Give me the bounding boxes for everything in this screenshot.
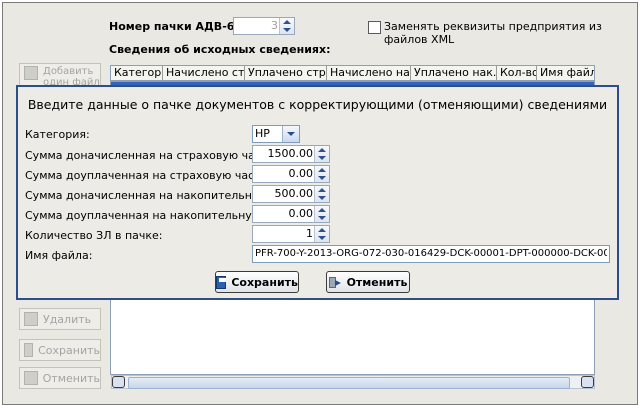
scroll-right-icon[interactable] (581, 376, 594, 388)
ins-paid-stepper[interactable]: 0.00 (252, 165, 330, 183)
stepper-arrows-icon[interactable] (314, 146, 329, 162)
ins-paid-value: 0.00 (288, 167, 314, 180)
fund-paid-stepper[interactable]: 0.00 (252, 205, 330, 223)
col-filename[interactable]: Имя файла (537, 66, 594, 80)
fund-accrued-stepper[interactable]: 500.00 (252, 185, 330, 203)
fund-accrued-value: 500.00 (274, 187, 314, 200)
scroll-thumb[interactable] (128, 377, 570, 389)
stepper-arrows-icon[interactable] (314, 186, 329, 202)
section-title: Сведения об исходных сведениях: (109, 43, 331, 56)
filename-value: PFR-700-Y-2013-ORG-072-030-016429-DCK-00… (255, 248, 607, 259)
fund-paid-value: 0.00 (288, 207, 314, 220)
side-cancel-label: Отменить (42, 371, 100, 385)
stepper-arrows-icon[interactable] (314, 206, 329, 222)
table-header: Категория Начислено стр. Уплачено стр. Н… (110, 65, 595, 81)
col-category[interactable]: Категория (111, 66, 163, 80)
pack-number-label: Номер пачки АДВ-6-2: (109, 20, 252, 33)
pack-number-value: 3 (271, 19, 278, 32)
category-select[interactable]: НР (252, 125, 300, 143)
exit-door-icon (328, 276, 342, 289)
delete-icon (24, 312, 38, 326)
floppy-save-icon (216, 275, 227, 289)
save-icon (24, 343, 34, 357)
col-fund-accrued[interactable]: Начислено нак. (327, 66, 411, 80)
delete-label: Удалить (43, 312, 92, 326)
side-save-button[interactable]: Сохранить (19, 339, 101, 361)
col-fund-paid[interactable]: Уплачено нак. (411, 66, 497, 80)
stepper-arrows-icon[interactable] (279, 18, 294, 34)
add-one-label-1: Добавить (43, 66, 94, 77)
stepper-arrows-icon[interactable] (314, 226, 329, 242)
col-ins-accrued[interactable]: Начислено стр. (163, 66, 245, 80)
filename-label: Имя файла: (25, 249, 93, 262)
col-count[interactable]: Кол-во (497, 66, 537, 80)
ins-accrued-value: 1500.00 (267, 147, 314, 160)
correction-dialog: Введите данные о пачке документов с корр… (16, 85, 619, 300)
delete-button[interactable]: Удалить (19, 308, 101, 330)
dialog-save-label: Сохранить (231, 275, 298, 289)
count-value: 1 (306, 227, 313, 240)
scroll-left-icon[interactable] (112, 376, 125, 388)
cancel-icon (24, 371, 38, 385)
dialog-save-button[interactable]: Сохранить (215, 271, 299, 293)
side-save-label: Сохранить (38, 343, 100, 357)
filename-input[interactable]: PFR-700-Y-2013-ORG-072-030-016429-DCK-00… (252, 245, 610, 263)
dialog-cancel-label: Отменить (346, 275, 408, 289)
replace-requisites-label: Заменять реквизиты предприятия из файлов… (384, 20, 602, 46)
replace-requisites-checkbox[interactable] (368, 21, 381, 34)
pack-number-stepper[interactable]: 3 (233, 17, 295, 35)
ins-paid-label: Сумма доуплаченная на страховую часть: (25, 169, 271, 182)
side-cancel-button[interactable]: Отменить (19, 367, 101, 389)
horizontal-scrollbar[interactable] (111, 375, 595, 389)
count-label: Количество ЗЛ в пачке: (25, 229, 163, 242)
dialog-cancel-button[interactable]: Отменить (326, 271, 410, 293)
stepper-arrows-icon[interactable] (314, 166, 329, 182)
count-stepper[interactable]: 1 (252, 225, 330, 243)
ins-accrued-label: Сумма доначисленная на страховую часть: (25, 149, 278, 162)
chevron-down-icon[interactable] (282, 126, 299, 142)
dialog-title: Введите данные о пачке документов с корр… (27, 97, 608, 112)
col-ins-paid[interactable]: Уплачено стр. (245, 66, 327, 80)
ins-accrued-stepper[interactable]: 1500.00 (252, 145, 330, 163)
add-file-icon (24, 66, 38, 80)
category-label: Категория: (25, 128, 90, 141)
